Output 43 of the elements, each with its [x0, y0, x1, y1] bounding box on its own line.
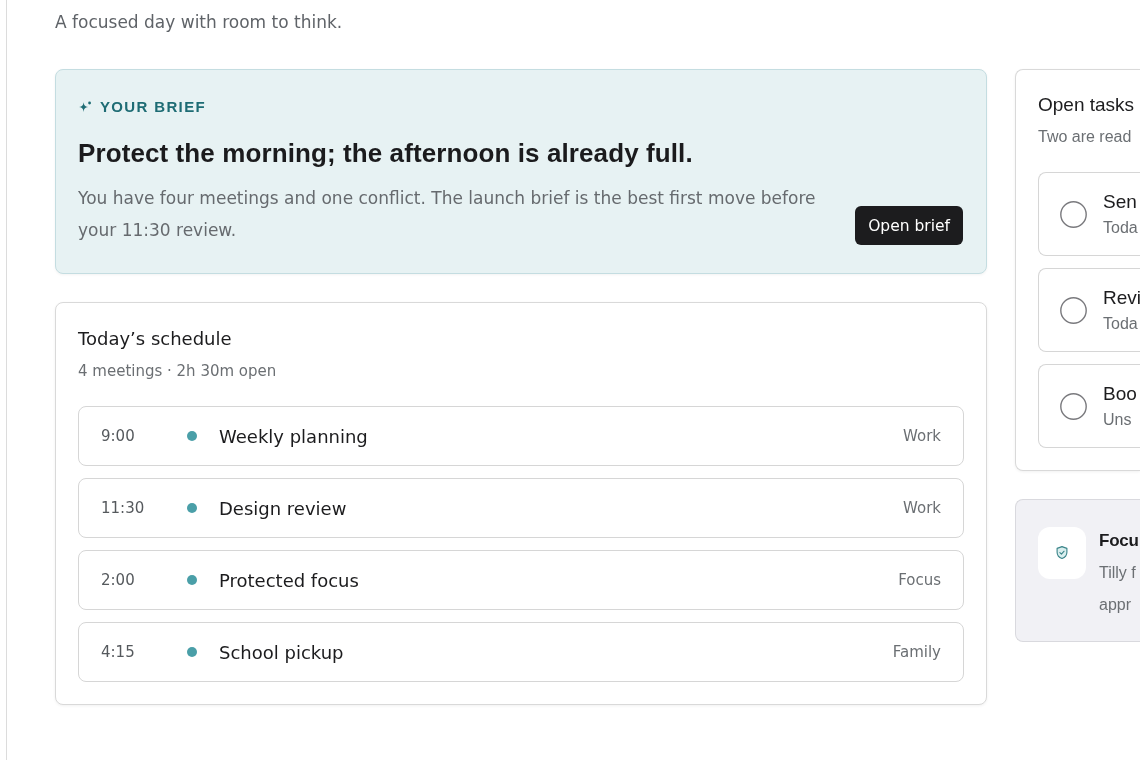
event-category: Work — [903, 497, 941, 519]
task-due: Uns — [1103, 410, 1133, 430]
event-time: 11:30 — [101, 499, 145, 517]
task-due: Toda — [1103, 218, 1138, 238]
schedule-event[interactable]: 11:30 Design review Work — [78, 478, 964, 538]
event-dot-icon — [187, 503, 197, 513]
checkbox[interactable] — [1060, 200, 1087, 228]
open-brief-button[interactable]: Open brief — [855, 206, 963, 245]
task-due: Toda — [1103, 314, 1139, 334]
event-dot-icon — [187, 575, 197, 585]
schedule-event[interactable]: 9:00 Weekly planning Work — [78, 406, 964, 466]
focus-title: Focu — [1099, 530, 1139, 552]
sparkle-icon — [78, 100, 92, 114]
event-title: Protected focus — [219, 568, 359, 593]
tasks-subtitle: Two are read — [1038, 127, 1133, 147]
event-category: Work — [903, 425, 941, 447]
event-title: Weekly planning — [219, 424, 368, 449]
event-category: Focus — [898, 569, 941, 591]
tasks-title: Open tasks — [1038, 93, 1136, 117]
schedule-title: Today’s schedule — [78, 327, 233, 351]
checkbox[interactable] — [1060, 392, 1087, 420]
schedule-event[interactable]: 2:00 Protected focus Focus — [78, 550, 964, 610]
event-time: 9:00 — [101, 427, 135, 445]
brief-text: You have four meetings and one conflict. The launch brief is the best first move before your 11:30 review. — [78, 187, 817, 242]
schedule-event[interactable]: 4:15 School pickup Family — [78, 622, 964, 682]
event-title: School pickup — [219, 640, 344, 665]
event-category: Family — [892, 641, 941, 663]
checkbox[interactable] — [1060, 296, 1087, 324]
event-dot-icon — [187, 647, 197, 657]
shield-icon — [1038, 527, 1086, 579]
brief-label: YOUR BRIEF — [100, 97, 206, 117]
page-subtitle: A focused day with room to think. — [55, 11, 344, 34]
brief-headline: Protect the morning; the afternoon is already full. — [78, 137, 694, 169]
task-title: Revi — [1103, 286, 1140, 310]
task-title: Boo — [1103, 382, 1137, 406]
task-title: Sen — [1103, 190, 1138, 214]
schedule-summary: 4 meetings · 2h 30m open — [78, 361, 278, 381]
event-time: 2:00 — [101, 571, 135, 589]
event-dot-icon — [187, 431, 197, 441]
focus-text-line: Tilly f — [1099, 563, 1137, 583]
event-title: Design review — [219, 496, 347, 521]
focus-text-line: appr — [1099, 595, 1133, 615]
event-time: 4:15 — [101, 643, 135, 661]
